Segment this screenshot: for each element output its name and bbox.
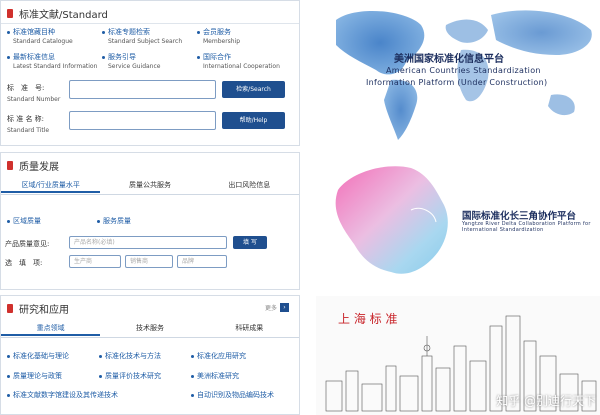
- help-button[interactable]: 帮助/Help: [222, 112, 285, 129]
- product-name-input[interactable]: 产品名称(必填): [69, 236, 227, 249]
- research-tabs: 重点领域 技术服务 科研成果: [1, 322, 299, 336]
- yrd-title-en: Yangtze River Delta Collaboration Platfo…: [462, 221, 591, 233]
- bullet-icon: [191, 354, 194, 358]
- research-link[interactable]: 自动识别及物品编码技术: [191, 390, 274, 400]
- brand-input[interactable]: 品牌: [177, 255, 227, 268]
- link-latest-standard-info[interactable]: 最新标准信息 Latest Standard Information: [7, 53, 97, 71]
- americas-platform-banner[interactable]: 美洲国家标准化信息平台 American Countries Standardi…: [316, 0, 600, 146]
- tab-quality-public-service[interactable]: 质量公共服务: [100, 179, 199, 193]
- yrd-title-cn: 国际标准化长三角协作平台: [462, 211, 577, 222]
- tab-regional-quality[interactable]: 区域/行业质量水平: [1, 179, 101, 193]
- search-button[interactable]: 检索/Search: [222, 81, 285, 98]
- divider: [1, 194, 299, 195]
- research-link[interactable]: 标准化应用研究: [191, 351, 246, 361]
- bullet-icon: [7, 354, 10, 358]
- optional-fields-label: 选 填 项:: [5, 259, 43, 267]
- americas-title-cn: 美洲国家标准化信息平台: [394, 54, 504, 65]
- standard-title-label: 标 准 名 称: Standard Title: [7, 115, 50, 134]
- tab-technical-services[interactable]: 技术服务: [100, 322, 199, 336]
- seller-input[interactable]: 销售商: [125, 255, 173, 268]
- research-panel: 研究和应用 更多 › 重点领域 技术服务 科研成果 标准化基础与理论 标准化技术…: [0, 295, 300, 415]
- link-membership[interactable]: 会员服务 Membership: [197, 28, 240, 46]
- bullet-icon: [102, 30, 105, 34]
- link-service-guidance[interactable]: 服务引导 Service Guidance: [102, 53, 160, 71]
- quality-panel: 质量发展 区域/行业质量水平 质量公共服务 出口风险信息 区域质量 服务质量 产…: [0, 152, 300, 290]
- chevron-right-icon: ›: [280, 303, 289, 312]
- bullet-icon: [99, 354, 102, 358]
- standard-title-input[interactable]: [69, 111, 216, 130]
- americas-title-en-2: Information Platform (Under Construction…: [366, 78, 548, 87]
- yrd-platform-banner[interactable]: 国际标准化长三角协作平台 Yangtze River Delta Collabo…: [316, 160, 600, 288]
- standard-number-label: 标 准 号: Standard Number: [7, 84, 61, 103]
- research-link[interactable]: 质量评价技术研究: [99, 371, 161, 381]
- shanghai-standard-title: 上 海 标 准: [338, 312, 398, 326]
- standards-title: 标准文献/Standard: [7, 4, 108, 22]
- americas-title-en-1: American Countries Standardization: [386, 66, 541, 75]
- feedback-label: 产品质量意见:: [5, 240, 50, 248]
- divider: [1, 23, 299, 24]
- link-international-cooperation[interactable]: 国际合作 International Cooperation: [197, 53, 280, 71]
- shanghai-standard-banner[interactable]: 上 海 标 准 知乎 @别迪行天下: [316, 296, 600, 415]
- research-link[interactable]: 标准化技术与方法: [99, 351, 161, 361]
- bullet-icon: [97, 219, 100, 223]
- title-mark-icon: [7, 8, 13, 18]
- research-link[interactable]: 质量理论与政策: [7, 371, 62, 381]
- research-link[interactable]: 美洲标准研究: [191, 371, 239, 381]
- bullet-icon: [7, 30, 10, 34]
- title-mark-icon: [7, 303, 13, 313]
- tab-research-results[interactable]: 科研成果: [200, 322, 299, 336]
- bullet-icon: [191, 374, 194, 378]
- bullet-icon: [7, 219, 10, 223]
- bullet-icon: [197, 30, 200, 34]
- bullet-icon: [102, 55, 105, 59]
- link-standard-subject-search[interactable]: 标准专题检索 Standard Subject Search: [102, 28, 182, 46]
- link-standard-catalogue[interactable]: 标准馆藏目种 Standard Catalogue: [7, 28, 73, 46]
- link-service-quality[interactable]: 服务质量: [97, 216, 131, 226]
- research-title: 研究和应用: [7, 299, 69, 317]
- quality-title: 质量发展: [7, 156, 59, 174]
- more-link[interactable]: 更多 ›: [265, 303, 289, 312]
- bullet-icon: [197, 55, 200, 59]
- bullet-icon: [7, 374, 10, 378]
- title-mark-icon: [7, 160, 13, 170]
- standard-number-input[interactable]: [69, 80, 216, 99]
- bullet-icon: [191, 393, 194, 397]
- tab-key-areas[interactable]: 重点领域: [1, 322, 101, 336]
- bullet-icon: [7, 55, 10, 59]
- link-regional-quality[interactable]: 区域质量: [7, 216, 41, 226]
- producer-input[interactable]: 生产商: [69, 255, 121, 268]
- fill-button[interactable]: 填 写: [233, 236, 267, 249]
- bullet-icon: [99, 374, 102, 378]
- research-link[interactable]: 标准文献数字馆建设及其传递技术: [7, 390, 118, 400]
- watermark-text: 知乎 @别迪行天下: [496, 394, 596, 408]
- tab-export-risk[interactable]: 出口风险信息: [200, 179, 299, 193]
- quality-tabs: 区域/行业质量水平 质量公共服务 出口风险信息: [1, 179, 299, 193]
- divider: [1, 337, 299, 338]
- standards-panel: 标准文献/Standard 标准馆藏目种 Standard Catalogue …: [0, 0, 300, 146]
- research-link[interactable]: 标准化基础与理论: [7, 351, 69, 361]
- bullet-icon: [7, 393, 10, 397]
